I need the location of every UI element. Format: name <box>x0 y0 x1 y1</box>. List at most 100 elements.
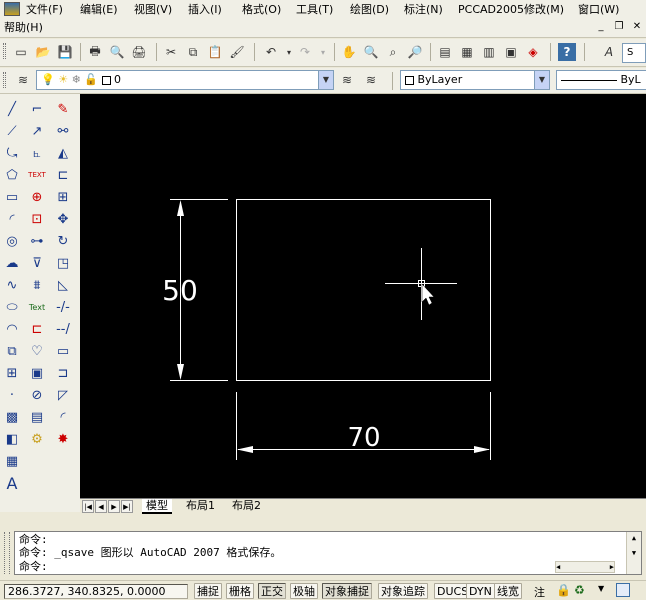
redo-dropdown-icon[interactable]: ▾ <box>314 43 332 61</box>
construction-line-icon[interactable]: ⟋ <box>1 120 23 142</box>
width-dimension-text[interactable]: 70 <box>347 423 380 453</box>
print-preview-icon[interactable]: 🔍 <box>108 43 126 61</box>
lineweight-toggle[interactable]: 线宽 <box>494 583 522 599</box>
grid-toggle[interactable]: 栅格 <box>226 583 254 599</box>
ellipse-arc-icon[interactable]: ◠ <box>1 318 23 340</box>
copy-object-icon[interactable]: ⚯ <box>52 120 74 142</box>
polyline-icon[interactable]: ⤿ <box>1 142 23 164</box>
lock-icon[interactable]: 🔒 <box>556 583 571 597</box>
break-at-point-icon[interactable]: ▭ <box>52 340 74 362</box>
menu-format[interactable]: 格式(O) <box>242 2 281 18</box>
chamfer-icon[interactable]: ◸ <box>52 384 74 406</box>
polar-toggle[interactable]: 极轴 <box>290 583 318 599</box>
array-icon[interactable]: ⊞ <box>52 186 74 208</box>
ellipse-icon[interactable]: ⬭ <box>1 296 23 318</box>
chevron-down-icon[interactable]: ▼ <box>318 71 333 89</box>
sheet-set-icon[interactable]: ▣ <box>502 43 520 61</box>
gradient-icon[interactable]: ◧ <box>1 428 23 450</box>
menu-file[interactable]: 文件(F) <box>26 2 63 18</box>
dyn-toggle[interactable]: DYN <box>466 583 495 599</box>
arc-icon[interactable]: ◜ <box>1 208 23 230</box>
redo-icon[interactable]: ↷ <box>296 43 314 61</box>
save-icon[interactable]: 💾 <box>56 43 74 61</box>
mirror-icon[interactable]: ◭ <box>52 142 74 164</box>
color-combo[interactable]: ByLayer ▼ <box>400 70 550 90</box>
scroll-down-icon[interactable]: ▼ <box>627 547 641 560</box>
menu-tools[interactable]: 工具(T) <box>296 2 333 18</box>
first-tab-icon[interactable]: |◀ <box>82 500 94 513</box>
markup-icon[interactable]: ◈ <box>524 43 542 61</box>
move-icon[interactable]: ✥ <box>52 208 74 230</box>
scale-icon[interactable]: ◳ <box>52 252 74 274</box>
toolbar-grip[interactable] <box>3 43 6 59</box>
rotate-icon[interactable]: ↻ <box>52 230 74 252</box>
drawing-rectangle[interactable] <box>236 199 491 381</box>
circle-icon[interactable]: ◎ <box>1 230 23 252</box>
print-icon[interactable]: 🖶 <box>86 43 104 61</box>
coordinate-readout[interactable]: 286.3727, 340.8325, 0.0000 <box>4 584 188 599</box>
insert-block-icon[interactable]: ⧉ <box>1 340 23 362</box>
scroll-up-icon[interactable]: ▲ <box>627 532 641 545</box>
linetype-combo[interactable]: ByL <box>556 70 646 90</box>
menu-insert[interactable]: 插入(I) <box>188 2 222 18</box>
menu-modify[interactable]: 修改(M) <box>524 2 564 18</box>
tab-layout1[interactable]: 布局1 <box>182 499 219 514</box>
app-icon[interactable] <box>4 2 20 16</box>
pan-icon[interactable]: ✋ <box>340 43 358 61</box>
rectangle-icon[interactable]: ▭ <box>1 186 23 208</box>
zoom-window-icon[interactable]: ⌕ <box>384 43 402 61</box>
pccad-tool-icon[interactable]: ⊽ <box>26 252 48 274</box>
next-tab-icon[interactable]: ▶ <box>108 500 120 513</box>
trim-icon[interactable]: -/- <box>52 296 74 318</box>
status-menu-icon[interactable]: ▼ <box>598 584 604 593</box>
explode-icon[interactable]: ✸ <box>52 428 74 450</box>
pccad-text-icon[interactable]: TEXT <box>26 164 48 186</box>
restore-icon[interactable]: ❐ <box>612 20 626 34</box>
make-current-layer-icon[interactable]: ≋ <box>338 71 356 89</box>
revision-cloud-icon[interactable]: ☁ <box>1 252 23 274</box>
minimize-icon[interactable]: _ <box>594 20 608 34</box>
pccad-tool-icon[interactable]: ⊶ <box>26 230 48 252</box>
command-scrollbar[interactable]: ▲ ▼ <box>626 532 641 574</box>
line-icon[interactable]: ╱ <box>1 98 23 120</box>
drawing-canvas[interactable]: 50 70 <box>80 94 646 498</box>
text-style-icon[interactable]: A <box>600 43 618 61</box>
multiline-text-icon[interactable]: A <box>1 472 23 494</box>
text-style-combo[interactable]: S <box>622 43 646 63</box>
menu-window[interactable]: 窗口(W) <box>578 2 619 18</box>
offset-icon[interactable]: ⊏ <box>52 164 74 186</box>
command-prompt[interactable]: 命令: <box>19 560 48 573</box>
menu-edit[interactable]: 编辑(E) <box>80 2 118 18</box>
snap-toggle[interactable]: 捕捉 <box>194 583 222 599</box>
command-window-grip[interactable] <box>4 532 10 574</box>
pccad-tool-icon[interactable]: ▣ <box>26 362 48 384</box>
zoom-previous-icon[interactable]: 🔎 <box>406 43 424 61</box>
scroll-right-icon[interactable]: ▶ <box>610 562 614 572</box>
pccad-tool-icon[interactable]: ♡ <box>26 340 48 362</box>
tool-palettes-icon[interactable]: ▥ <box>480 43 498 61</box>
extend-icon[interactable]: --/ <box>52 318 74 340</box>
pccad-text-icon[interactable]: Text <box>26 296 48 318</box>
erase-icon[interactable]: ✎ <box>52 98 74 120</box>
pccad-tool-icon[interactable]: ↗ <box>26 120 48 142</box>
break-icon[interactable]: ⊐ <box>52 362 74 384</box>
help-icon[interactable]: ? <box>558 43 576 61</box>
make-block-icon[interactable]: ⊞ <box>1 362 23 384</box>
menu-view[interactable]: 视图(V) <box>134 2 172 18</box>
table-icon[interactable]: ▦ <box>1 450 23 472</box>
command-hscroll[interactable]: ◀ ▶ <box>555 561 615 573</box>
pccad-tool-icon[interactable]: ⊕ <box>26 186 48 208</box>
ortho-toggle[interactable]: 正交 <box>258 583 286 599</box>
spline-icon[interactable]: ∿ <box>1 274 23 296</box>
clean-screen-icon[interactable] <box>616 583 630 597</box>
design-center-icon[interactable]: ▦ <box>458 43 476 61</box>
menu-help[interactable]: 帮助(H) <box>4 20 43 36</box>
undo-icon[interactable]: ↶ <box>262 43 280 61</box>
pccad-tool-icon[interactable]: ⌐ <box>26 98 48 120</box>
scroll-left-icon[interactable]: ◀ <box>556 563 560 571</box>
pccad-tool-icon[interactable]: ⦜ <box>26 142 48 164</box>
cut-icon[interactable]: ✂ <box>162 43 180 61</box>
pccad-tool-icon[interactable]: ⊘ <box>26 384 48 406</box>
polygon-icon[interactable]: ⬠ <box>1 164 23 186</box>
toolbar-grip[interactable] <box>3 72 6 88</box>
